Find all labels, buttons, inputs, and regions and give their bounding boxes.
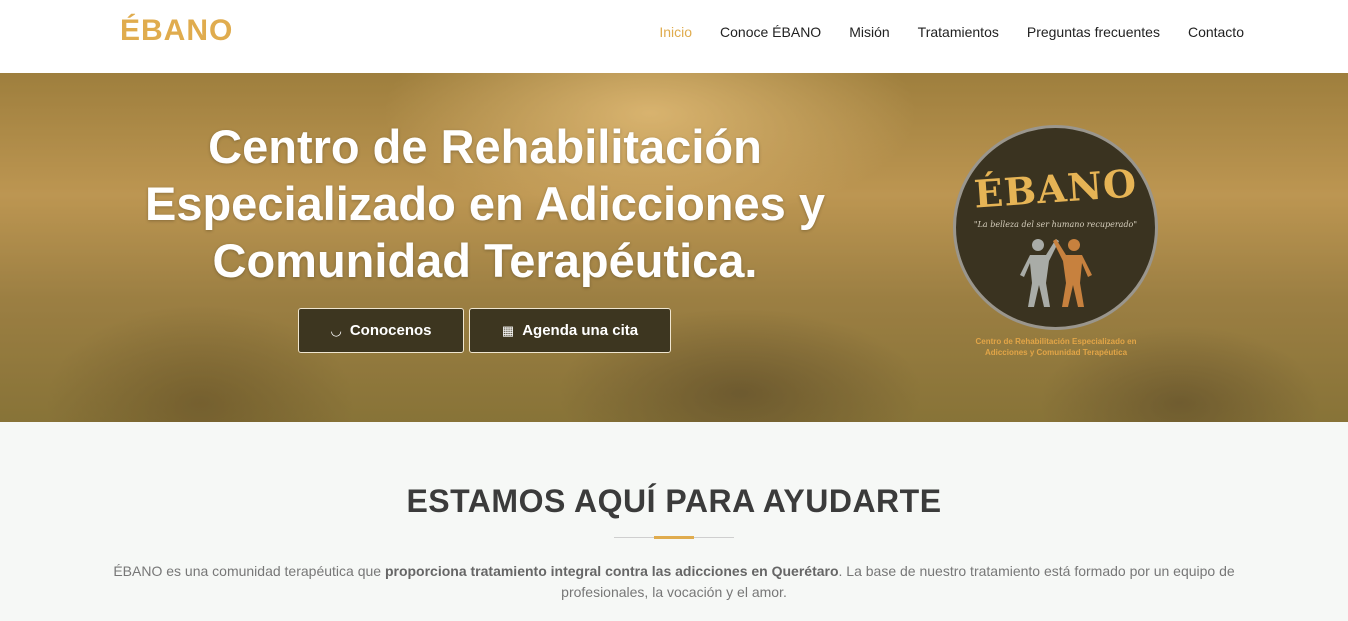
hero-title: Centro de Rehabilitación Especializado e…: [144, 120, 825, 287]
nav-item-tratamientos[interactable]: Tratamientos: [918, 24, 999, 40]
agenda-cita-button[interactable]: ▦ Agenda una cita: [469, 308, 671, 353]
main-menu: Inicio Conoce ÉBANO Misión Tratamientos …: [659, 24, 1244, 40]
nav-item-preguntas-frecuentes[interactable]: Preguntas frecuentes: [1027, 24, 1160, 40]
people-icon: [1020, 239, 1092, 307]
section-heading: ESTAMOS AQUÍ PARA AYUDARTE: [406, 483, 942, 519]
intro-text-start: ÉBANO es una comunidad terapéutica que: [113, 563, 385, 579]
ebano-circle-logo: ÉBANO "La belleza del ser humano recuper…: [953, 125, 1158, 330]
smile-icon: ◡: [330, 322, 342, 338]
navbar: ÉBANO Inicio Conoce ÉBANO Misión Tratami…: [0, 0, 1348, 73]
calendar-icon: ▦: [501, 322, 515, 338]
nav-item-inicio[interactable]: Inicio: [659, 24, 692, 40]
logo-subtitle: Centro de Rehabilitación Especializado e…: [975, 337, 1137, 357]
nav-item-conoce-ebano[interactable]: Conoce ÉBANO: [720, 24, 821, 40]
logo-wordmark: ÉBANO: [972, 160, 1139, 217]
conocenos-button[interactable]: ◡ Conocenos: [298, 308, 464, 353]
hero-banner: Centro de Rehabilitación Especializado e…: [0, 73, 1348, 422]
heading-divider-accent: [654, 536, 694, 539]
logo-tagline: "La belleza del ser humano recuperado": [973, 220, 1138, 229]
intro-paragraph: ÉBANO es una comunidad terapéutica que p…: [110, 561, 1238, 603]
nav-item-mision[interactable]: Misión: [849, 24, 889, 40]
intro-text-highlight: proporciona tratamiento integral contra …: [384, 563, 839, 579]
agenda-cita-button-label: Agenda una cita: [522, 322, 639, 339]
brand-logo[interactable]: ÉBANO: [120, 14, 233, 48]
conocenos-button-label: Conocenos: [349, 322, 432, 339]
nav-item-contacto[interactable]: Contacto: [1188, 24, 1244, 40]
